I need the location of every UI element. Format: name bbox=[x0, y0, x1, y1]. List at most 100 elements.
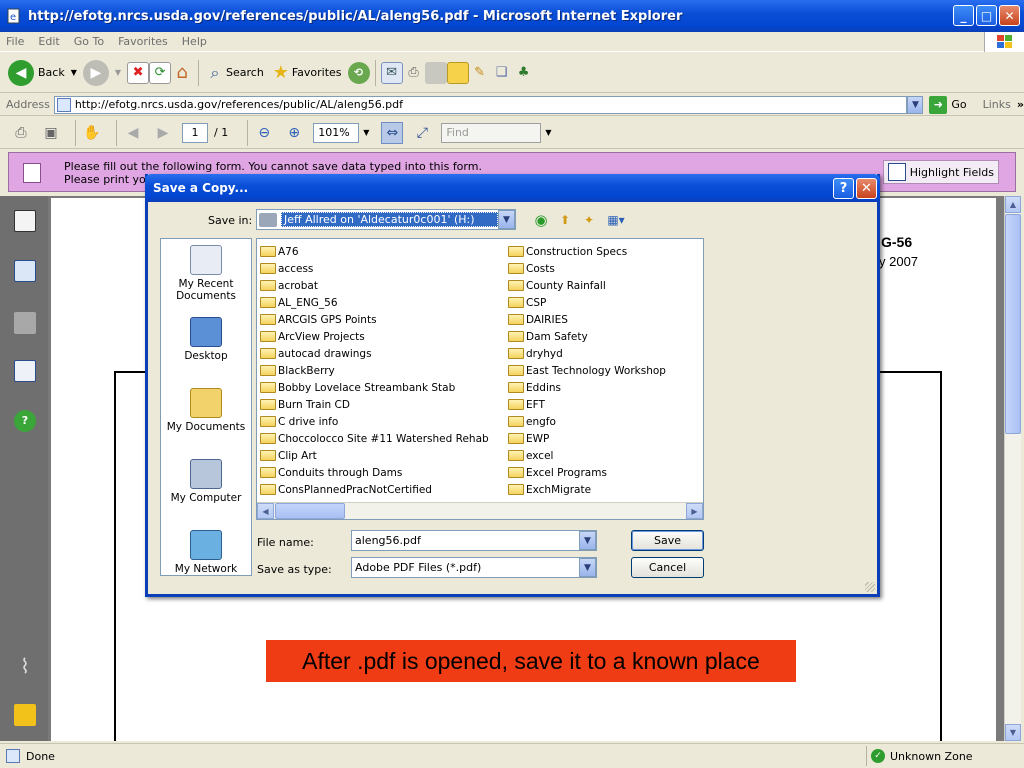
folder-item[interactable]: engfo bbox=[508, 413, 666, 430]
binoculars-icon[interactable] bbox=[14, 312, 36, 334]
folder-item[interactable]: CSP bbox=[508, 294, 666, 311]
folder-item[interactable]: C drive info bbox=[260, 413, 489, 430]
home-icon[interactable]: ⌂ bbox=[171, 62, 193, 84]
fit-page-icon[interactable]: ⤢ bbox=[411, 122, 433, 144]
menu-file[interactable]: File bbox=[6, 35, 24, 48]
folder-item[interactable]: Eddins bbox=[508, 379, 666, 396]
bookmarks-icon[interactable] bbox=[14, 260, 36, 282]
folder-item[interactable]: access bbox=[260, 260, 489, 277]
chevron-down-icon[interactable]: ▼ bbox=[498, 210, 515, 229]
dialog-help-button[interactable]: ? bbox=[833, 178, 854, 199]
page-number-input[interactable]: 1 bbox=[182, 122, 208, 143]
folder-item[interactable]: BlackBerry bbox=[260, 362, 489, 379]
view-menu-icon[interactable]: ▦▾ bbox=[604, 211, 628, 229]
zoom-in-icon[interactable]: ⊕ bbox=[283, 122, 305, 144]
scroll-thumb[interactable] bbox=[1005, 214, 1021, 434]
discuss-icon[interactable] bbox=[446, 61, 469, 84]
menu-go-to[interactable]: Go To bbox=[74, 35, 104, 48]
chevron-right-icon[interactable]: » bbox=[1017, 98, 1024, 111]
scroll-down-button[interactable]: ▼ bbox=[1005, 724, 1021, 741]
research-icon[interactable]: ✎ bbox=[469, 62, 491, 84]
save-in-select[interactable]: Jeff Allred on 'Aldecatur0c001' (H:) ▼ bbox=[256, 209, 516, 230]
folder-item[interactable]: EFT bbox=[508, 396, 666, 413]
favorites-button[interactable]: ★ Favorites bbox=[270, 62, 342, 84]
place-my-network[interactable]: My Network bbox=[161, 530, 251, 575]
address-dropdown-button[interactable]: ▼ bbox=[907, 95, 924, 114]
folder-item[interactable]: A76 bbox=[260, 243, 489, 260]
dialog-close-button[interactable]: ✕ bbox=[856, 178, 877, 199]
save-icon[interactable]: ▣ bbox=[40, 122, 62, 144]
folder-item[interactable]: Burn Train CD bbox=[260, 396, 489, 413]
help-icon[interactable]: ? bbox=[14, 410, 36, 432]
place-my-computer[interactable]: My Computer bbox=[161, 459, 251, 504]
attachment-icon[interactable]: ⌇ bbox=[14, 654, 36, 678]
links-button[interactable]: Links bbox=[983, 98, 1011, 111]
select-tool-icon[interactable]: ✋ bbox=[81, 122, 103, 144]
folder-item[interactable]: acrobat bbox=[260, 277, 489, 294]
search-button[interactable]: ⌕ Search bbox=[204, 62, 264, 84]
print-icon[interactable]: ⎙ bbox=[403, 62, 425, 84]
maximize-button[interactable]: □ bbox=[976, 5, 997, 26]
folder-item[interactable]: ExchMigrate bbox=[508, 481, 666, 498]
scroll-left-button[interactable]: ◀ bbox=[257, 503, 274, 519]
fit-width-icon[interactable]: ⇔ bbox=[381, 121, 404, 144]
folder-item[interactable]: autocad drawings bbox=[260, 345, 489, 362]
vertical-scrollbar[interactable]: ▲ ▼ bbox=[1004, 196, 1021, 741]
bookmark-icon[interactable]: ❑ bbox=[491, 62, 513, 84]
place-my-documents[interactable]: My Documents bbox=[161, 388, 251, 433]
next-page-icon[interactable]: ▶ bbox=[152, 122, 174, 144]
pages-icon[interactable] bbox=[14, 210, 36, 232]
folder-item[interactable]: East Technology Workshop bbox=[508, 362, 666, 379]
chevron-down-icon[interactable]: ▼ bbox=[579, 558, 596, 577]
file-name-input[interactable]: aleng56.pdf ▼ bbox=[351, 530, 597, 551]
minimize-button[interactable]: _ bbox=[953, 5, 974, 26]
place-my-recent-documents[interactable]: My Recent Documents bbox=[161, 245, 251, 302]
forward-button[interactable]: ▶ ▼ bbox=[82, 59, 121, 86]
messenger-icon[interactable]: ♣ bbox=[513, 62, 535, 84]
scroll-right-button[interactable]: ▶ bbox=[686, 503, 703, 519]
folder-item[interactable]: Choccolocco Site #11 Watershed Rehab bbox=[260, 430, 489, 447]
folder-item[interactable]: ConsPlannedPracNotCertified bbox=[260, 481, 489, 498]
horizontal-scroll-thumb[interactable] bbox=[275, 503, 345, 519]
place-desktop[interactable]: Desktop bbox=[161, 317, 251, 362]
cancel-button[interactable]: Cancel bbox=[631, 557, 704, 578]
folder-item[interactable]: EWP bbox=[508, 430, 666, 447]
chevron-down-icon[interactable]: ▼ bbox=[579, 531, 596, 550]
menu-edit[interactable]: Edit bbox=[38, 35, 59, 48]
save-button[interactable]: Save bbox=[631, 530, 704, 551]
edit-icon[interactable] bbox=[424, 61, 447, 84]
comments-icon[interactable] bbox=[14, 704, 36, 726]
folder-item[interactable]: excel bbox=[508, 447, 666, 464]
folder-item[interactable]: Bobby Lovelace Streambank Stab bbox=[260, 379, 489, 396]
folder-item[interactable]: Excel Programs bbox=[508, 464, 666, 481]
resize-grip[interactable] bbox=[865, 582, 875, 592]
chevron-down-icon[interactable]: ▼ bbox=[71, 68, 77, 77]
zoom-out-icon[interactable]: ⊖ bbox=[253, 122, 275, 144]
back-icon[interactable]: ◉ bbox=[532, 211, 550, 229]
chevron-down-icon[interactable]: ▼ bbox=[363, 128, 369, 137]
new-folder-icon[interactable]: ✦ bbox=[580, 211, 598, 229]
folder-item[interactable]: Conduits through Dams bbox=[260, 464, 489, 481]
horizontal-scrollbar[interactable]: ◀ ▶ bbox=[257, 502, 703, 519]
scroll-up-button[interactable]: ▲ bbox=[1005, 196, 1021, 213]
menu-favorites[interactable]: Favorites bbox=[118, 35, 168, 48]
zoom-input[interactable]: 101% bbox=[313, 122, 360, 143]
mail-icon[interactable]: ✉ bbox=[380, 61, 403, 84]
folder-item[interactable]: Dam Safety bbox=[508, 328, 666, 345]
print-icon[interactable]: ⎙ bbox=[10, 122, 32, 144]
folder-item[interactable]: Clip Art bbox=[260, 447, 489, 464]
find-input[interactable]: Find bbox=[441, 122, 542, 143]
folder-item[interactable]: DAIRIES bbox=[508, 311, 666, 328]
folder-list[interactable]: A76 access acrobat AL_ENG_56 ARCGIS GPS Poin… bbox=[256, 238, 704, 520]
folder-item[interactable]: AL_ENG_56 bbox=[260, 294, 489, 311]
menu-help[interactable]: Help bbox=[182, 35, 207, 48]
up-folder-icon[interactable]: ⬆ bbox=[556, 211, 574, 229]
close-button[interactable]: ✕ bbox=[999, 5, 1020, 26]
chevron-down-icon[interactable]: ▼ bbox=[115, 68, 121, 77]
history-icon[interactable]: ⟲ bbox=[347, 61, 370, 84]
signature-icon[interactable] bbox=[14, 360, 36, 382]
stop-icon[interactable]: ✖ bbox=[127, 61, 150, 84]
save-as-type-select[interactable]: Adobe PDF Files (*.pdf) ▼ bbox=[351, 557, 597, 578]
back-button[interactable]: ◀ Back ▼ bbox=[8, 59, 77, 86]
refresh-icon[interactable]: ⟳ bbox=[149, 61, 172, 84]
